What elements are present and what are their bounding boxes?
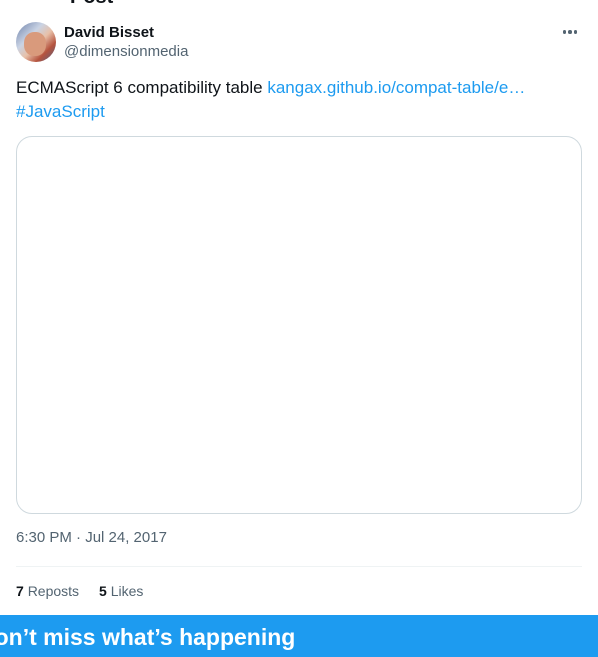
reposts-label: Reposts: [27, 583, 80, 599]
avatar[interactable]: [16, 22, 56, 62]
page-title: Post: [70, 0, 113, 9]
reposts-count: 7: [16, 583, 24, 599]
likes-stat[interactable]: 5 Likes: [99, 583, 143, 599]
author-handle[interactable]: @dimensionmedia: [64, 43, 188, 60]
avatar-face: [24, 32, 46, 56]
tweet-body: ECMAScript 6 compatibility table: [16, 78, 263, 97]
signup-banner: Don’t miss what’s happening: [0, 615, 598, 657]
more-horizontal-icon: [573, 30, 578, 34]
link-preview-card[interactable]: [16, 136, 582, 514]
more-horizontal-icon: [568, 30, 572, 34]
author-row: David Bisset @dimensionmedia: [16, 22, 582, 64]
banner-title: Don’t miss what’s happening: [0, 624, 296, 650]
tweet-text: ECMAScript 6 compatibility table kangax.…: [16, 76, 582, 124]
tweet-link[interactable]: kangax.github.io/compat-table/e…: [267, 78, 525, 97]
timestamp[interactable]: 6:30 PM · Jul 24, 2017: [16, 529, 167, 546]
reposts-stat[interactable]: 7 Reposts: [16, 583, 79, 599]
more-horizontal-icon: [562, 30, 567, 34]
divider: [16, 566, 582, 567]
more-options-button[interactable]: [558, 22, 582, 42]
likes-count: 5: [99, 583, 107, 599]
author-name[interactable]: David Bisset: [64, 24, 154, 41]
likes-label: Likes: [110, 583, 144, 599]
engagement-stats: 7 Reposts 5 Likes: [16, 583, 143, 599]
hashtag-link[interactable]: #JavaScript: [16, 102, 105, 121]
